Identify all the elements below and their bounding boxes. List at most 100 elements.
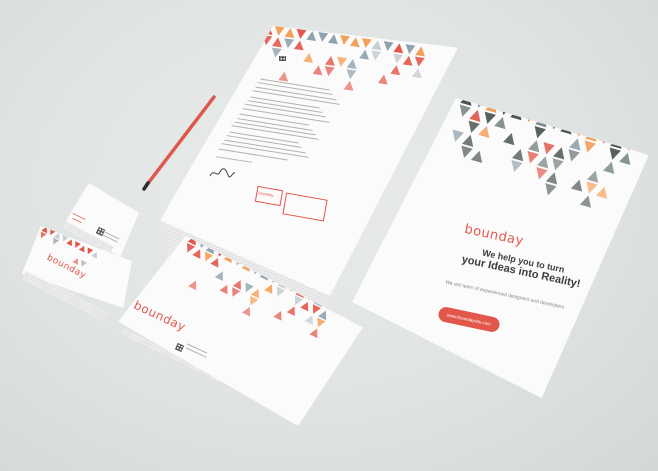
triangle-shape bbox=[187, 242, 196, 253]
triangle-shape bbox=[245, 282, 254, 293]
triangle-shape bbox=[461, 145, 473, 158]
triangle-shape bbox=[545, 172, 558, 185]
triangle-shape bbox=[232, 287, 241, 297]
triangle-shape bbox=[293, 40, 304, 51]
triangle-shape bbox=[318, 310, 327, 321]
triangle-shape bbox=[349, 37, 360, 48]
triangle-shape bbox=[72, 258, 79, 265]
triangle-shape bbox=[579, 195, 592, 208]
triangle-shape bbox=[214, 271, 223, 281]
triangle-shape bbox=[346, 69, 357, 80]
triangle-shape bbox=[312, 65, 323, 76]
triangle-shape bbox=[528, 140, 540, 153]
triangle-shape bbox=[383, 41, 394, 52]
triangle-shape bbox=[484, 111, 496, 124]
triangle-shape bbox=[402, 55, 413, 66]
triangle-shape bbox=[219, 284, 228, 295]
triangle-shape bbox=[359, 49, 369, 60]
triangle-shape bbox=[503, 132, 515, 146]
triangle-shape bbox=[619, 152, 631, 165]
triangle-shape bbox=[274, 26, 285, 36]
triangle-shape bbox=[552, 158, 564, 171]
triangle-shape bbox=[91, 252, 97, 259]
triangle-shape bbox=[468, 120, 480, 133]
triangle-shape bbox=[205, 251, 214, 262]
triangle-shape bbox=[371, 50, 382, 61]
triangle-shape bbox=[278, 71, 289, 82]
triangle-shape bbox=[309, 328, 318, 339]
triangle-shape bbox=[66, 239, 72, 247]
triangle-shape bbox=[264, 284, 273, 294]
triangle-shape bbox=[534, 126, 546, 139]
triangle-shape bbox=[377, 74, 388, 85]
triangle-shape bbox=[306, 31, 317, 42]
triangle-shape bbox=[415, 46, 425, 57]
triangle-shape bbox=[340, 35, 351, 45]
triangle-shape bbox=[362, 38, 372, 49]
triangle-shape bbox=[284, 38, 295, 49]
triangle-shape bbox=[324, 55, 335, 66]
triangle-shape bbox=[459, 104, 471, 117]
triangle-shape bbox=[586, 170, 599, 183]
triangle-shape bbox=[81, 259, 87, 267]
triangle-shape bbox=[452, 129, 464, 142]
triangle-shape bbox=[527, 151, 539, 164]
triangle-shape bbox=[462, 134, 474, 147]
triangle-shape bbox=[371, 40, 382, 51]
triangle-shape bbox=[536, 156, 549, 169]
triangle-shape bbox=[300, 301, 309, 312]
triangle-shape bbox=[294, 295, 303, 306]
triangle-shape bbox=[603, 161, 615, 174]
triangle-shape bbox=[318, 31, 329, 42]
triangle-shape bbox=[405, 44, 416, 55]
triangle-shape bbox=[304, 315, 313, 325]
triangle-shape bbox=[250, 288, 259, 299]
triangle-shape bbox=[511, 159, 523, 173]
triangle-shape bbox=[87, 247, 94, 255]
signature-icon bbox=[209, 168, 236, 178]
triangle-shape bbox=[284, 28, 295, 38]
triangle-shape bbox=[595, 186, 608, 199]
triangle-shape bbox=[296, 28, 307, 39]
triangle-shape bbox=[470, 150, 483, 164]
triangle-shape bbox=[75, 241, 81, 248]
triangle-shape bbox=[569, 138, 581, 151]
triangle-shape bbox=[210, 257, 219, 268]
triangle-shape bbox=[317, 317, 326, 328]
triangle-shape bbox=[286, 306, 295, 317]
triangle-shape bbox=[586, 181, 598, 194]
triangle-shape bbox=[312, 304, 321, 314]
triangle-shape bbox=[328, 34, 338, 45]
triangle-shape bbox=[337, 56, 347, 67]
triangle-shape bbox=[570, 179, 583, 192]
triangle-shape bbox=[494, 116, 506, 130]
triangle-shape bbox=[250, 295, 259, 306]
triangle-shape bbox=[393, 43, 404, 54]
triangle-shape bbox=[78, 245, 85, 253]
triangle-shape bbox=[40, 231, 47, 239]
triangle-shape bbox=[324, 66, 335, 77]
triangle-shape bbox=[262, 35, 273, 46]
triangle-shape bbox=[242, 306, 251, 317]
triangle-shape bbox=[393, 53, 403, 64]
triangle-shape bbox=[273, 311, 282, 321]
triangle-shape bbox=[584, 140, 596, 153]
triangle-shape bbox=[303, 52, 313, 63]
triangle-shape bbox=[188, 280, 197, 291]
letterhead-mark bbox=[279, 56, 286, 61]
triangle-shape bbox=[553, 147, 565, 160]
triangle-shape bbox=[478, 125, 490, 139]
triangle-shape bbox=[568, 149, 580, 162]
triangle-shape bbox=[232, 280, 241, 290]
triangle-shape bbox=[469, 109, 481, 122]
letterhead-logo: bounday bbox=[257, 190, 274, 198]
triangle-shape bbox=[262, 26, 273, 35]
triangle-shape bbox=[511, 149, 524, 162]
triangle-shape bbox=[53, 237, 59, 245]
triangle-shape bbox=[536, 167, 548, 180]
triangle-shape bbox=[412, 68, 422, 79]
triangle-shape bbox=[414, 56, 425, 67]
triangle-shape bbox=[343, 80, 354, 91]
triangle-shape bbox=[346, 59, 357, 69]
stationery-mockup-scene: bounday bounday We help you to turn your… bbox=[0, 0, 658, 471]
